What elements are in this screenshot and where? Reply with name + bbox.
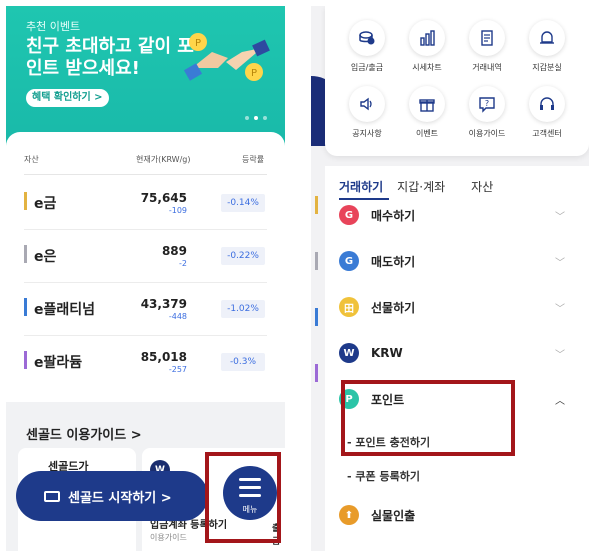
- bell-icon: [540, 31, 554, 44]
- gift-icon: [419, 99, 435, 112]
- guide-card-caption: 이용가이드: [150, 533, 187, 542]
- banner-headline: 친구 초대하고 같이 포인트 받으세요!: [26, 36, 194, 79]
- asset-change-badge: -0.14%: [221, 194, 265, 212]
- coins-icon: [359, 31, 375, 45]
- price-row-palladium[interactable]: e팔라듐 85,018 -257 -0.3%: [6, 336, 285, 389]
- submenu-coupon-register[interactable]: - 쿠폰 등록하기: [347, 468, 420, 484]
- quick-notice[interactable]: 공지사항: [337, 86, 397, 139]
- sell-icon: G: [339, 251, 359, 271]
- asset-diff: -257: [168, 365, 187, 374]
- event-banner[interactable]: 추천 이벤트 친구 초대하고 같이 포인트 받으세요! 혜택 확인하기 > P …: [6, 6, 285, 151]
- quick-label: 거래내역: [472, 63, 502, 72]
- menu-screen: 입금/출금 시세차트 거래내역 지갑분실 공지사항 이벤트 ? 이용가이드 고객: [311, 6, 589, 551]
- bar-chart-icon: [420, 30, 435, 46]
- quick-event[interactable]: 이벤트: [397, 86, 457, 139]
- asset-name: e금: [34, 196, 57, 212]
- svg-text:P: P: [251, 68, 257, 79]
- withdraw-icon: ⬆: [339, 505, 359, 525]
- highlight-menu-button: [205, 452, 281, 543]
- headset-icon: [540, 97, 554, 110]
- quick-label: 공지사항: [352, 129, 382, 138]
- card-icon: [44, 490, 60, 502]
- header-asset: 자산: [24, 155, 39, 164]
- quick-label: 입금/출금: [350, 63, 384, 72]
- header-change: 등락률: [242, 155, 265, 164]
- start-cengold-button[interactable]: 센골드 시작하기 >: [16, 471, 208, 521]
- quick-history[interactable]: 거래내역: [457, 20, 517, 73]
- asset-price: 889: [161, 244, 187, 258]
- gift-menu-icon: 田: [339, 297, 359, 317]
- banner-cta-button[interactable]: 혜택 확인하기 >: [26, 89, 109, 107]
- menu-item-label: 매수하기: [371, 208, 416, 223]
- quick-label: 고객센터: [532, 129, 562, 138]
- svg-text:?: ?: [485, 99, 489, 108]
- quick-support[interactable]: 고객센터: [517, 86, 577, 139]
- asset-price: 85,018: [140, 350, 187, 364]
- menu-item-buy[interactable]: G 매수하기 ﹀: [339, 200, 575, 230]
- menu-tabs: 거래하기 지갑·계좌 자산: [339, 178, 493, 195]
- asset-change-badge: -0.3%: [221, 353, 265, 371]
- menu-item-label: KRW: [371, 346, 403, 360]
- asset-name: e플래티넘: [34, 302, 96, 318]
- quick-label: 이벤트: [415, 129, 439, 138]
- asset-diff: -109: [168, 206, 187, 215]
- quick-label: 시세차트: [412, 63, 442, 72]
- handshake-icon: P P: [184, 33, 270, 81]
- asset-diff: -2: [179, 259, 187, 268]
- asset-change-badge: -0.22%: [221, 247, 265, 265]
- buy-icon: G: [339, 205, 359, 225]
- won-icon: W: [339, 343, 359, 363]
- banner-eyebrow: 추천 이벤트: [26, 20, 81, 33]
- guide-section-title[interactable]: 센골드 이용가이드 >: [26, 424, 142, 443]
- chevron-down-icon: ﹀: [555, 350, 565, 361]
- price-row-platinum[interactable]: e플래티넘 43,379 -448 -1.02%: [6, 283, 285, 336]
- banner-pager[interactable]: [245, 116, 267, 120]
- highlight-point-menu: [341, 380, 515, 456]
- quick-wallet-lost[interactable]: 지갑분실: [517, 20, 577, 73]
- quick-menu: 입금/출금 시세차트 거래내역 지갑분실 공지사항 이벤트 ? 이용가이드 고객: [325, 6, 589, 156]
- asset-diff: -448: [168, 312, 187, 321]
- tab-trade[interactable]: 거래하기: [339, 178, 383, 195]
- quick-deposit-withdraw[interactable]: 입금/출금: [337, 20, 397, 73]
- chevron-down-icon: ﹀: [555, 258, 565, 269]
- quick-guide[interactable]: ? 이용가이드: [457, 86, 517, 139]
- price-row-silver[interactable]: e은 889 -2 -0.22%: [6, 230, 285, 283]
- menu-item-sell[interactable]: G 매도하기 ﹀: [339, 246, 575, 276]
- asset-name: e은: [34, 249, 57, 265]
- chevron-down-icon: ﹀: [555, 212, 565, 223]
- speaker-icon: [360, 97, 372, 111]
- tab-wallet-account[interactable]: 지갑·계좌: [397, 178, 445, 195]
- menu-item-gift[interactable]: 田 선물하기 ﹀: [339, 292, 575, 322]
- quick-label: 지갑분실: [532, 63, 562, 72]
- menu-item-krw[interactable]: W KRW ﹀: [339, 338, 575, 368]
- menu-item-label: 실물인출: [371, 508, 416, 523]
- menu-item-label: 매도하기: [371, 254, 416, 269]
- start-button-label: 센골드 시작하기 >: [68, 490, 172, 506]
- menu-item-physical-withdraw[interactable]: ⬆ 실물인출: [339, 500, 575, 530]
- header-current-price: 현재가(KRW/g): [136, 155, 191, 164]
- asset-change-badge: -1.02%: [221, 300, 265, 318]
- asset-price: 43,379: [140, 297, 187, 311]
- price-table: 자산 현재가(KRW/g) 등락률 e금 75,645 -109 -0.14% …: [6, 132, 285, 402]
- asset-name: e팔라듐: [34, 355, 83, 371]
- svg-text:P: P: [195, 38, 201, 49]
- quick-label: 이용가이드: [468, 129, 506, 138]
- price-row-gold[interactable]: e금 75,645 -109 -0.14%: [6, 177, 285, 230]
- quick-price-chart[interactable]: 시세차트: [397, 20, 457, 73]
- asset-price: 75,645: [140, 191, 187, 205]
- menu-item-label: 선물하기: [371, 300, 416, 315]
- tab-assets[interactable]: 자산: [471, 178, 493, 195]
- chevron-down-icon: ﹀: [555, 304, 565, 315]
- help-icon: ?: [479, 97, 495, 113]
- chevron-up-icon: ︿: [555, 396, 565, 407]
- receipt-icon: [481, 30, 493, 46]
- menu-sheet: 거래하기 지갑·계좌 자산 G 매수하기 ﹀ G 매도하기 ﹀ 田 선물하기 ﹀…: [325, 166, 589, 551]
